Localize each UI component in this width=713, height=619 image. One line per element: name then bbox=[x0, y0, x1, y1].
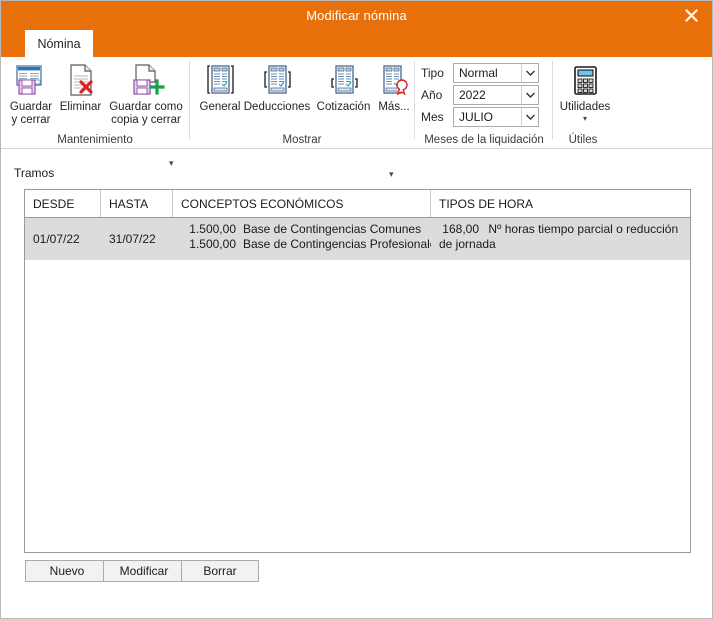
chevron-down-icon[interactable] bbox=[521, 86, 538, 104]
cell-tipos-de-hora: 168,00 Nº horas tiempo parcial o reducci… bbox=[431, 218, 690, 260]
guardar-y-cerrar-label: Guardar y cerrar bbox=[9, 101, 53, 126]
section-label-tramos: Tramos bbox=[14, 166, 55, 180]
mes-label: Mes bbox=[421, 110, 444, 124]
nuevo-label: Nuevo bbox=[49, 564, 85, 578]
tab-nomina[interactable]: Nómina bbox=[25, 30, 93, 57]
mes-field-row: Mes JULIO bbox=[421, 107, 539, 127]
cell-hasta: 31/07/22 bbox=[109, 232, 156, 246]
concepto-text: Base de Contingencias Profesionales bbox=[243, 237, 431, 251]
column-header-tipos-de-hora[interactable]: TIPOS DE HORA bbox=[431, 190, 690, 217]
ano-label: Año bbox=[421, 88, 443, 102]
cotizacion-button[interactable]: Cotización bbox=[312, 61, 375, 114]
window-title: Modificar nómina bbox=[306, 8, 407, 23]
concepto-amount: 1.500,00 bbox=[189, 237, 236, 251]
utilidades-label: Utilidades bbox=[559, 101, 611, 113]
ribbon: Guardar y cerrar Eliminar Guardar como c… bbox=[1, 57, 712, 179]
ano-select[interactable]: 2022 bbox=[453, 85, 539, 105]
ano-value: 2022 bbox=[459, 88, 486, 102]
mes-select[interactable]: JULIO bbox=[453, 107, 539, 127]
column-header-conceptos-economicos[interactable]: CONCEPTOS ECONÓMICOS bbox=[173, 190, 431, 217]
concepto-line: 1.500,00 Base de Contingencias Comunes bbox=[181, 222, 431, 237]
guardar-y-cerrar-button[interactable]: Guardar y cerrar bbox=[5, 61, 57, 127]
mas-button[interactable]: Más... bbox=[373, 61, 415, 114]
utilidades-dropdown-caret-icon[interactable]: ▾ bbox=[583, 115, 587, 123]
deducciones-label: Deducciones bbox=[243, 101, 311, 113]
tramos-grid: DESDE HASTA CONCEPTOS ECONÓMICOS TIPOS D… bbox=[24, 189, 691, 553]
tipo-field-row: Tipo Normal bbox=[421, 63, 539, 83]
concepto-text: Base de Contingencias Comunes bbox=[243, 222, 422, 236]
modificar-nomina-window: Modificar nómina Nómina Guardar y cerrar… bbox=[0, 0, 713, 619]
guardar-como-copia-y-cerrar-button[interactable]: Guardar como copia y cerrar bbox=[104, 61, 188, 127]
modificar-button[interactable]: Modificar bbox=[103, 560, 185, 582]
group-label-meses-liquidacion: Meses de la liquidación bbox=[424, 134, 544, 146]
cell-desde: 01/07/22 bbox=[33, 232, 80, 246]
grid-header-row: DESDE HASTA CONCEPTOS ECONÓMICOS TIPOS D… bbox=[25, 190, 690, 218]
document-more-icon bbox=[375, 61, 413, 99]
concepto-amount: 1.500,00 bbox=[189, 222, 236, 236]
column-header-hasta[interactable]: HASTA bbox=[101, 190, 173, 217]
document-deductions-icon bbox=[258, 61, 296, 99]
deducciones-button[interactable]: Deducciones bbox=[239, 61, 315, 114]
title-bar: Modificar nómina bbox=[1, 1, 712, 30]
mes-value: JULIO bbox=[459, 110, 494, 124]
general-label: General bbox=[199, 101, 241, 113]
cell-conceptos-economicos: 1.500,00 Base de Contingencias Comunes 1… bbox=[173, 218, 431, 260]
save-as-copy-icon bbox=[126, 61, 166, 99]
modificar-label: Modificar bbox=[119, 564, 169, 578]
tipo-hora-line: 168,00 Nº horas tiempo parcial o reducci… bbox=[439, 222, 690, 252]
chevron-down-icon[interactable] bbox=[521, 108, 538, 126]
mas-dropdown-caret-icon[interactable]: ▾ bbox=[389, 169, 394, 180]
nuevo-button[interactable]: Nuevo bbox=[25, 560, 109, 582]
ribbon-separator bbox=[414, 61, 415, 139]
document-general-icon bbox=[201, 61, 239, 99]
chevron-down-icon[interactable] bbox=[521, 64, 538, 82]
group-label-utiles: Útiles bbox=[568, 134, 598, 146]
tab-strip: Nómina bbox=[1, 30, 712, 57]
tab-nomina-label: Nómina bbox=[37, 36, 81, 51]
tipo-hora-amount: 168,00 bbox=[442, 222, 479, 236]
tipo-select[interactable]: Normal bbox=[453, 63, 539, 83]
tipo-value: Normal bbox=[459, 66, 498, 80]
table-row[interactable]: 01/07/22 31/07/22 1.500,00 Base de Conti… bbox=[25, 218, 690, 260]
utilidades-button[interactable]: Utilidades ▾ bbox=[555, 61, 615, 123]
ano-field-row: Año 2022 bbox=[421, 85, 539, 105]
ribbon-separator bbox=[552, 61, 553, 139]
cotizacion-label: Cotización bbox=[316, 101, 371, 113]
borrar-label: Borrar bbox=[203, 564, 237, 578]
close-icon[interactable] bbox=[670, 1, 712, 30]
mas-label: Más... bbox=[378, 101, 410, 113]
concepto-line: 1.500,00 Base de Contingencias Profesion… bbox=[181, 237, 431, 252]
borrar-button[interactable]: Borrar bbox=[181, 560, 259, 582]
document-contribution-icon bbox=[325, 61, 363, 99]
guardar-como-copia-y-cerrar-label: Guardar como copia y cerrar bbox=[109, 101, 183, 126]
calculator-icon bbox=[569, 61, 601, 99]
tipo-label: Tipo bbox=[421, 66, 444, 80]
eliminar-label: Eliminar bbox=[59, 101, 102, 113]
column-header-desde[interactable]: DESDE bbox=[25, 190, 101, 217]
guardar-como-copia-dropdown-caret-icon[interactable]: ▾ bbox=[169, 158, 174, 169]
delete-document-icon bbox=[64, 61, 98, 99]
eliminar-button[interactable]: Eliminar bbox=[57, 61, 104, 114]
group-label-mostrar: Mostrar bbox=[282, 134, 322, 146]
group-label-mantenimiento: Mantenimiento bbox=[57, 134, 133, 146]
ribbon-separator bbox=[189, 61, 190, 139]
save-close-icon bbox=[13, 61, 49, 99]
